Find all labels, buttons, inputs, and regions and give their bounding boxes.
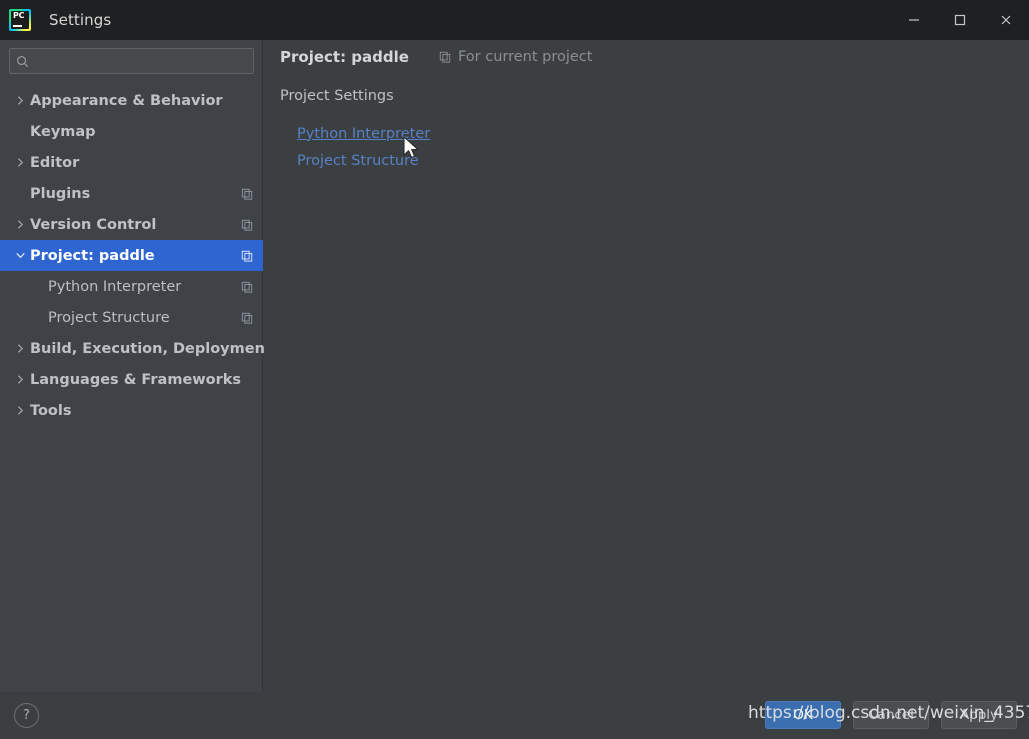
sidebar-item-version-control[interactable]: Version Control	[0, 209, 263, 240]
chevron-right-icon[interactable]	[14, 395, 26, 426]
title-bar: PC Settings	[0, 0, 1029, 40]
sidebar-item-label: Python Interpreter	[48, 278, 182, 295]
search-input[interactable]	[29, 53, 253, 69]
sidebar-item-build-execution-deployment[interactable]: Build, Execution, Deployment	[0, 333, 272, 364]
close-icon[interactable]	[983, 0, 1029, 40]
settings-tree: Appearance & Behavior Keymap Editor Plugins…	[0, 85, 272, 426]
copy-settings-icon	[241, 312, 253, 324]
copy-settings-icon	[439, 51, 451, 63]
sidebar-item-label: Version Control	[30, 216, 157, 233]
link-python-interpreter[interactable]: Python Interpreter	[297, 126, 430, 142]
settings-sidebar: Appearance & Behavior Keymap Editor Plugins…	[0, 40, 272, 692]
sidebar-item-label: Project Structure	[48, 309, 170, 326]
scope-note: For current project	[439, 49, 593, 65]
copy-settings-icon	[241, 188, 253, 200]
maximize-icon[interactable]	[937, 0, 983, 40]
scope-note-label: For current project	[457, 49, 593, 65]
dialog-bottom-bar: ? OK Cancel Apply	[0, 692, 1029, 739]
cancel-button[interactable]: Cancel	[853, 701, 929, 729]
sidebar-item-project-paddle[interactable]: Project: paddle	[0, 240, 263, 271]
pycharm-logo-bar	[13, 25, 22, 27]
chevron-right-icon[interactable]	[14, 333, 26, 364]
settings-link-row: Project Structure	[297, 147, 430, 174]
page-title: Project: paddle	[280, 48, 409, 66]
sidebar-item-appearance-behavior[interactable]: Appearance & Behavior	[0, 85, 263, 116]
copy-settings-icon	[241, 219, 253, 231]
content-header: Project: paddle For current project	[280, 48, 592, 66]
window-title: Settings	[49, 11, 112, 29]
link-project-structure[interactable]: Project Structure	[297, 153, 419, 169]
sidebar-item-plugins[interactable]: Plugins	[0, 178, 263, 209]
sidebar-item-label: Editor	[30, 154, 80, 171]
settings-links: Python Interpreter Project Structure	[297, 120, 430, 174]
sidebar-item-label: Languages & Frameworks	[30, 371, 242, 388]
search-icon	[16, 55, 29, 68]
copy-settings-icon	[241, 281, 253, 293]
chevron-right-icon[interactable]	[14, 85, 26, 116]
sidebar-item-label: Build, Execution, Deployment	[30, 340, 272, 357]
sidebar-item-tools[interactable]: Tools	[0, 395, 263, 426]
section-label: Project Settings	[280, 88, 394, 104]
settings-window: PC Settings Appearance & Behavior Keymap E…	[0, 0, 1029, 739]
sidebar-item-languages-frameworks[interactable]: Languages & Frameworks	[0, 364, 263, 395]
chevron-down-icon[interactable]	[14, 240, 26, 271]
sidebar-item-python-interpreter[interactable]: Python Interpreter	[0, 271, 263, 302]
sidebar-item-keymap[interactable]: Keymap	[0, 116, 263, 147]
sidebar-item-label: Plugins	[30, 185, 91, 202]
chevron-right-icon[interactable]	[14, 147, 26, 178]
sidebar-item-project-structure[interactable]: Project Structure	[0, 302, 263, 333]
sidebar-item-label: Keymap	[30, 123, 96, 140]
chevron-right-icon[interactable]	[14, 209, 26, 240]
help-button[interactable]: ?	[14, 703, 39, 728]
search-box[interactable]	[9, 48, 254, 74]
sidebar-item-editor[interactable]: Editor	[0, 147, 263, 178]
sidebar-item-label: Appearance & Behavior	[30, 92, 223, 109]
sidebar-item-label: Project: paddle	[30, 247, 155, 264]
minimize-icon[interactable]	[891, 0, 937, 40]
settings-content-panel: Project: paddle For current project Proj…	[264, 40, 1029, 692]
copy-settings-icon	[241, 250, 253, 262]
window-controls	[891, 0, 1029, 40]
ok-button[interactable]: OK	[765, 701, 841, 729]
dialog-buttons: OK Cancel Apply	[765, 701, 1017, 729]
sidebar-item-label: Tools	[30, 402, 72, 419]
settings-link-row: Python Interpreter	[297, 120, 430, 147]
pycharm-logo-icon: PC	[9, 9, 31, 31]
chevron-right-icon[interactable]	[14, 364, 26, 395]
apply-button[interactable]: Apply	[941, 701, 1017, 729]
